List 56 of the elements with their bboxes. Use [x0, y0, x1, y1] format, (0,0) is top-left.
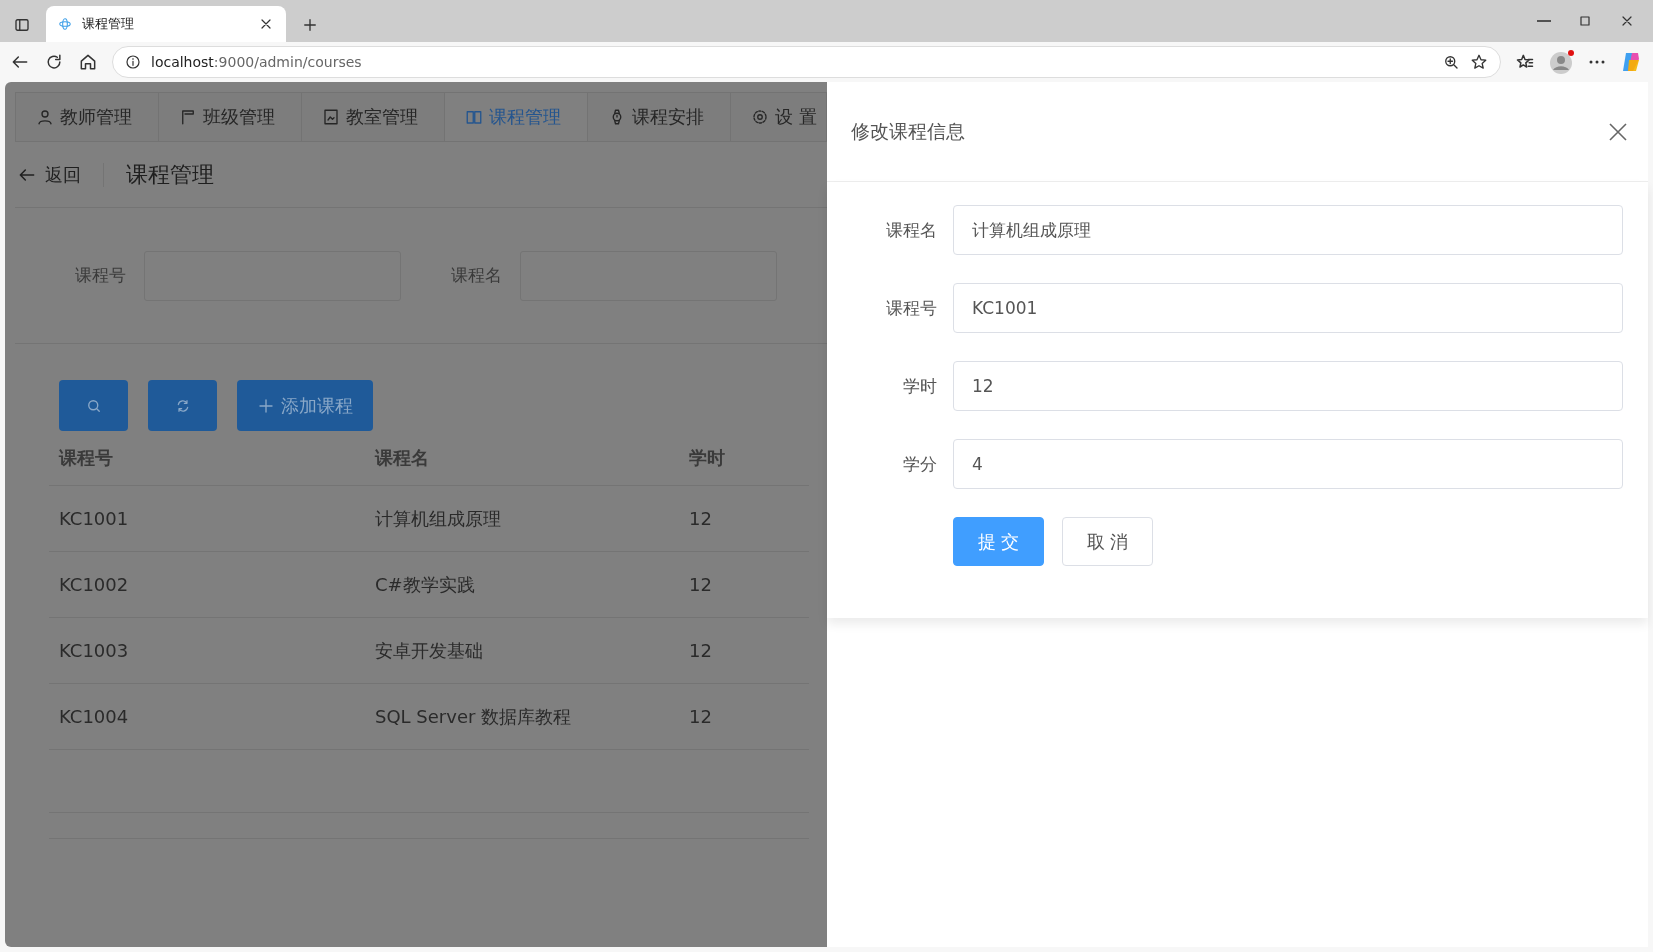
input-field[interactable]: 计算机组成原理 [953, 205, 1623, 255]
tab-title: 课程管理 [82, 15, 135, 33]
column-header: 课程名 [375, 446, 430, 470]
picture-frame-icon [322, 108, 340, 126]
address-bar[interactable]: localhost:9000/admin/courses [112, 46, 1501, 78]
plus-icon [257, 396, 275, 415]
gear-icon [751, 108, 769, 126]
user-icon [36, 108, 54, 126]
table-cell-text: 12 [689, 706, 713, 727]
close-icon[interactable] [1608, 121, 1628, 142]
search-button[interactable] [59, 380, 128, 431]
field-label: 学时 [902, 374, 937, 398]
table-cell-text: KC1004 [59, 706, 130, 727]
field-label: 课程名 [451, 264, 502, 287]
back-link[interactable]: 返回 [17, 162, 104, 187]
field-label: 课程名 [885, 218, 937, 242]
maximize-icon [1577, 13, 1593, 29]
table-cell-text: 12 [689, 574, 713, 595]
minimize-icon[interactable] [1537, 20, 1551, 22]
table-cell-text: KC1001 [59, 508, 130, 529]
info-icon [125, 54, 141, 70]
table-cell-text: KC1003 [59, 640, 130, 661]
add-course-button[interactable]: 添加课程 [237, 380, 373, 431]
column-header: 学时 [689, 446, 726, 470]
refresh-button[interactable] [148, 380, 217, 431]
book-icon [465, 108, 483, 126]
submit-button[interactable]: 提 交 [953, 517, 1044, 566]
column-header: 课程号 [59, 446, 114, 470]
table-cell-text: 计算机组成原理 [375, 506, 502, 531]
drawer-title: 修改课程信息 [851, 118, 965, 144]
reload-icon [44, 52, 64, 72]
more-icon[interactable] [1589, 60, 1605, 64]
table-cell-text: SQL Server 数据库教程 [375, 704, 573, 729]
star-icon [1470, 53, 1488, 71]
table-cell-text: KC1002 [59, 574, 130, 595]
url-host: localhost [151, 54, 214, 70]
cancel-button[interactable]: 取 消 [1062, 517, 1153, 566]
flag-icon [179, 108, 197, 126]
field-label: 课程号 [75, 264, 126, 287]
input-field[interactable]: 12 [953, 361, 1623, 411]
home-icon [78, 52, 98, 72]
field-label: 课程号 [885, 296, 937, 320]
table-cell-text: 12 [689, 640, 713, 661]
field-label: 学分 [902, 452, 937, 476]
table-cell-text: 12 [689, 508, 713, 529]
input-field[interactable]: KC1001 [953, 283, 1623, 333]
plus-icon [301, 16, 319, 34]
zoom-in-icon [1442, 53, 1460, 71]
input-field[interactable]: 4 [953, 439, 1623, 489]
page-title: 课程管理 [126, 160, 214, 189]
url-path: :9000/admin/courses [213, 54, 362, 70]
browser-tab[interactable]: 课程管理 [46, 6, 286, 42]
table-cell-text: C#教学实践 [375, 572, 476, 597]
avatar-icon[interactable] [1549, 49, 1575, 75]
sidebar-icon [13, 16, 31, 34]
table-cell-text: 安卓开发基础 [375, 638, 484, 663]
